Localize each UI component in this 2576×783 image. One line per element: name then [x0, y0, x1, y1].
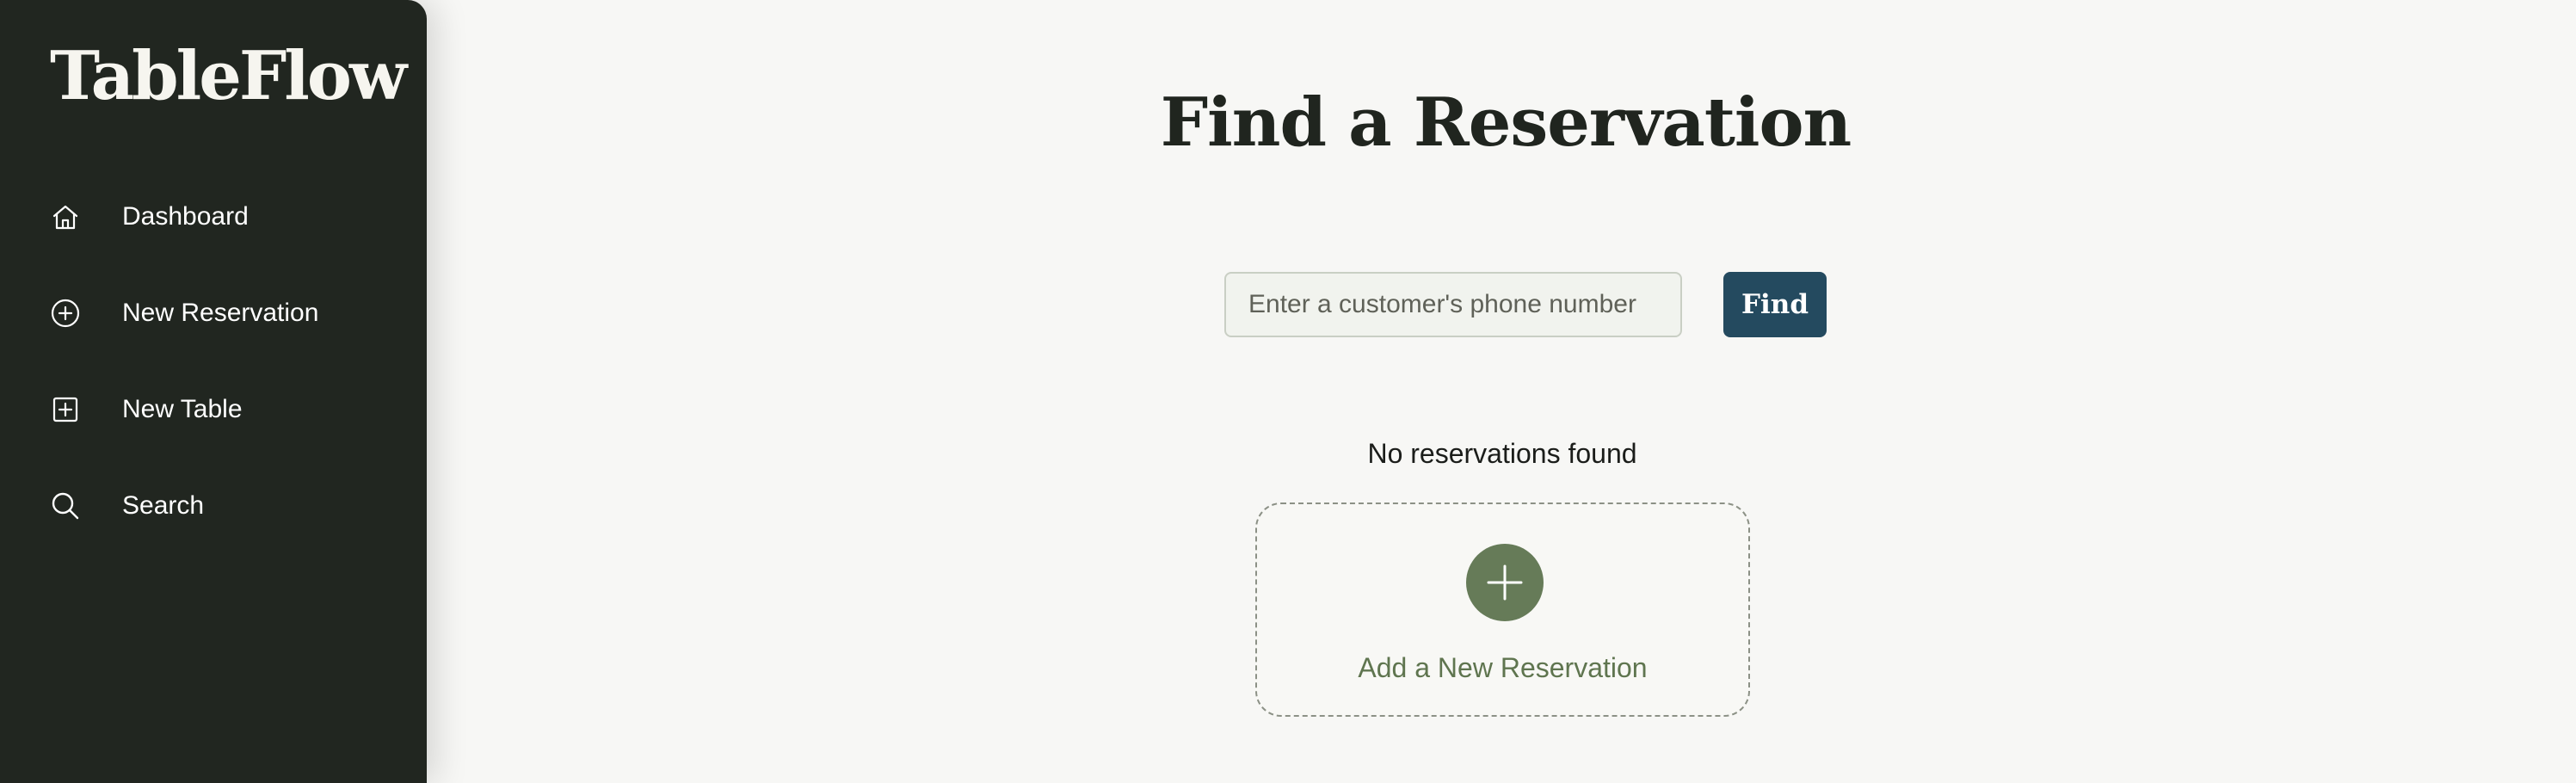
app-logo[interactable]: TableFlow	[50, 43, 407, 110]
sidebar-item-new-reservation[interactable]: New Reservation	[48, 283, 410, 343]
find-button[interactable]: Find	[1723, 272, 1827, 337]
sidebar-item-label: Search	[122, 491, 205, 520]
sidebar-item-search[interactable]: Search	[48, 476, 410, 536]
sidebar: TableFlow Dashboard New Reservation New …	[0, 0, 427, 783]
page-title: Find a Reservation	[1160, 83, 1852, 163]
sidebar-item-label: New Reservation	[122, 299, 319, 327]
add-new-reservation-card[interactable]: Add a New Reservation	[1255, 502, 1750, 717]
add-reservation-plus-icon	[1466, 544, 1544, 621]
empty-state-message: No reservations found	[1367, 438, 1637, 469]
plus-circle-icon	[48, 283, 112, 343]
plus-square-icon	[48, 379, 112, 440]
sidebar-item-label: Dashboard	[122, 202, 249, 231]
add-reservation-label: Add a New Reservation	[1358, 652, 1648, 683]
home-icon	[48, 187, 112, 247]
sidebar-item-label: New Table	[122, 395, 243, 423]
search-icon	[48, 476, 112, 536]
phone-search-input[interactable]	[1224, 272, 1682, 337]
sidebar-item-new-table[interactable]: New Table	[48, 379, 410, 440]
sidebar-item-dashboard[interactable]: Dashboard	[48, 187, 410, 247]
